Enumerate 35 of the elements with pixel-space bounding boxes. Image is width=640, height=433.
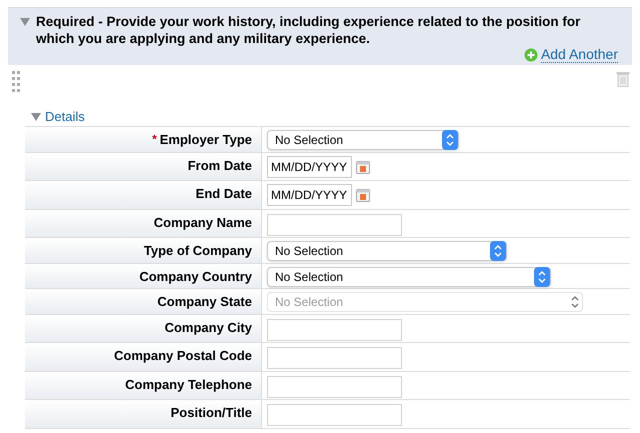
collapse-caret-icon[interactable] [20,18,30,26]
field-label: Company Telephone [125,376,252,394]
field-label: From Date [188,156,252,174]
text-field[interactable] [267,347,402,369]
chevron-updown-icon [442,130,458,150]
text-field[interactable] [267,404,402,426]
select-dropdown[interactable]: No Selection [267,241,507,261]
field-label: End Date [196,185,252,203]
drag-handle-icon[interactable] [12,71,20,93]
field-label: Position/Title [170,404,252,422]
select-dropdown[interactable]: No Selection [267,130,459,150]
text-field[interactable] [267,214,402,236]
field-label: Type of Company [144,242,252,260]
add-icon[interactable] [524,48,538,62]
required-asterisk: * [152,131,157,148]
collapse-caret-icon[interactable] [31,113,41,121]
select-dropdown[interactable]: No Selection [267,266,551,286]
date-field[interactable]: MM/DD/YYYY [267,156,352,178]
trash-icon[interactable] [616,71,630,87]
field-label: Company State [157,293,252,311]
chevron-updown-icon [490,241,506,261]
text-field[interactable] [267,318,402,340]
field-label: Company City [164,318,252,337]
details-heading[interactable]: Details [45,107,85,127]
section-title: Required - Provide your work history, including experience related to the position for which you are applying and any military experience. [36,13,582,47]
field-label: Employer Type [160,131,252,149]
date-field[interactable]: MM/DD/YYYY [267,184,352,206]
add-another-link[interactable]: Add Another [540,46,618,63]
field-label: Company Postal Code [114,347,252,365]
field-label: Company Country [139,268,252,286]
calendar-icon[interactable] [356,188,370,202]
chevron-updown-icon [534,266,550,286]
field-label: Company Name [154,214,252,232]
text-field[interactable] [267,376,402,398]
calendar-icon[interactable] [356,160,370,174]
